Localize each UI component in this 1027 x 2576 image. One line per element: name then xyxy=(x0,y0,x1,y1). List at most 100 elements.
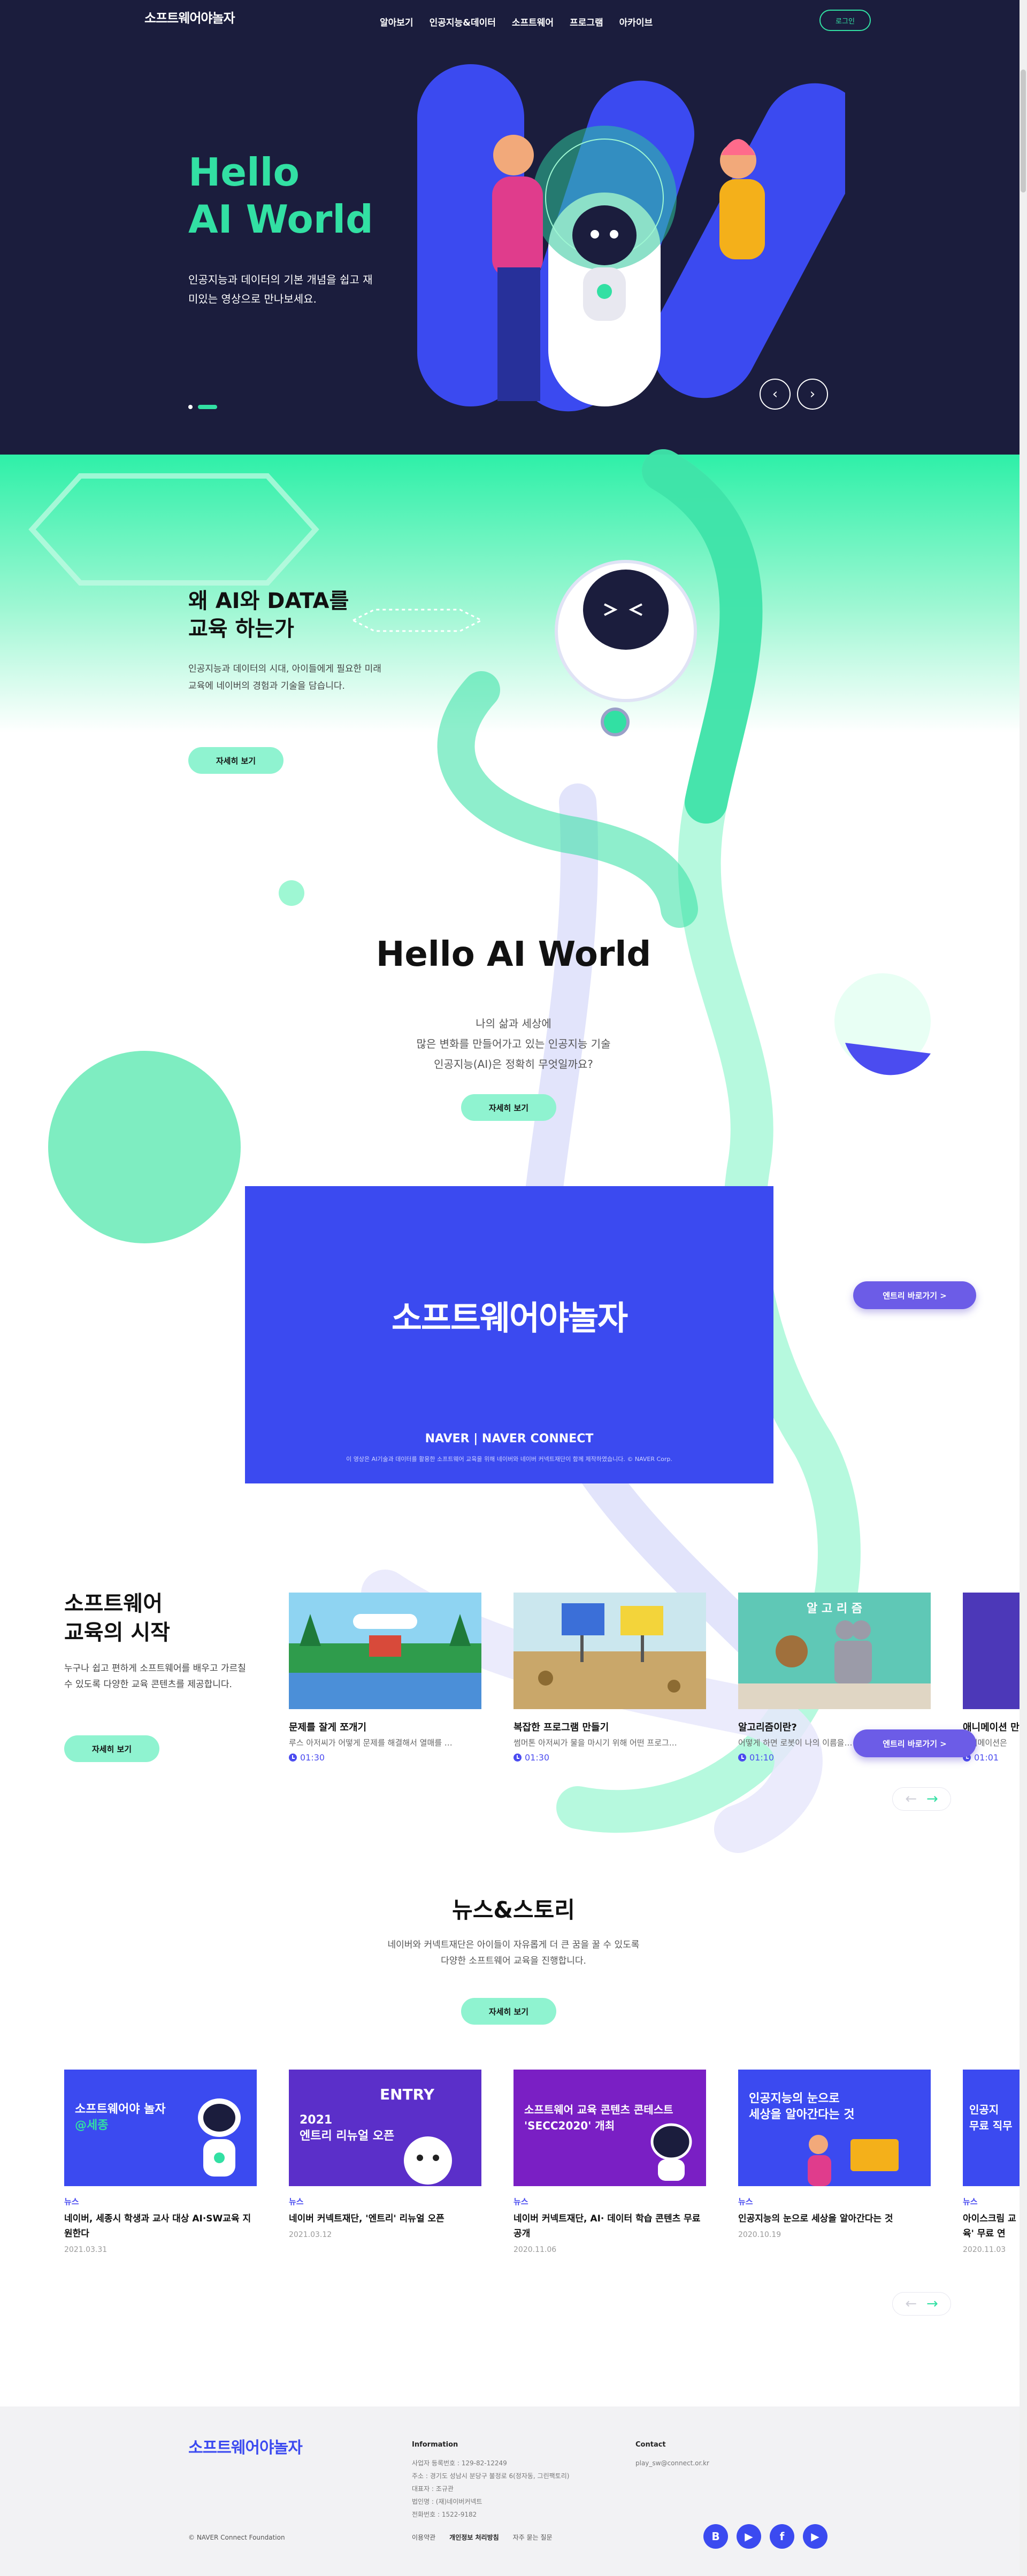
footer-contact-title: Contact xyxy=(635,2441,666,2449)
news-headline[interactable]: 인공지능의 눈으로 세상을 알아간다는 것 xyxy=(738,2211,931,2226)
video-duration-text: 01:30 xyxy=(300,1752,325,1763)
footer-info-line: 전화번호 : 1522-9182 xyxy=(412,2511,477,2518)
robot-icon xyxy=(198,2098,241,2177)
news-next-arrow-icon[interactable]: → xyxy=(926,2296,938,2312)
site-logo[interactable]: 소프트웨어야놀자 xyxy=(144,7,235,26)
main-nav: 알아보기 인공지능&데이터 소프트웨어 프로그램 아카이브 xyxy=(380,15,653,28)
news-thumbnail[interactable]: 소프트웨어야 놀자 @세종 xyxy=(64,2070,257,2186)
why-title-line1: 왜 AI와 DATA를 xyxy=(188,589,349,613)
banner-copyright: 이 영상은 AI기술과 데이터를 활용한 소프트웨어 교육을 위해 네이버와 네… xyxy=(346,1456,672,1463)
why-section-background xyxy=(0,455,1027,733)
video-card[interactable]: 문제를 잘게 쪼개기 루스 아저씨가 어떻게 문제를 해결해서 열매를 … 01… xyxy=(289,1593,481,1763)
hero-section: Hello AI World 인공지능과 데이터의 기본 개념을 쉽고 재미있는… xyxy=(0,0,1027,455)
news-headline[interactable]: 아이스크림 교육' 무료 연 xyxy=(963,2211,1020,2241)
page-scrollbar[interactable] xyxy=(1020,0,1027,2576)
news-category: 뉴스 xyxy=(738,2197,753,2206)
video-thumbnail[interactable] xyxy=(514,1593,706,1709)
hero-next-button[interactable]: › xyxy=(797,379,828,410)
sw-more-button[interactable]: 자세히 보기 xyxy=(64,1735,159,1762)
news-card[interactable]: ENTRY 2021 엔트리 리뉴얼 오픈 뉴스 네이버 커넥트재단, '엔트리… xyxy=(289,2070,481,2239)
hero-title: Hello AI World xyxy=(188,149,373,243)
clock-icon xyxy=(738,1754,746,1762)
video-duration-text: 01:30 xyxy=(525,1752,550,1763)
news-section-title: 뉴스&스토리 xyxy=(452,1897,575,1923)
footer-contact-email[interactable]: play_sw@connect.or.kr xyxy=(635,2457,709,2470)
video-title: 애니메이션 만 xyxy=(963,1722,1020,1733)
news-carousel-controls: ← → xyxy=(892,2292,951,2316)
hello-text-line1: 나의 삶과 세상에 xyxy=(476,1017,551,1030)
news-thumbnail[interactable]: ENTRY 2021 엔트리 리뉴얼 오픈 xyxy=(289,2070,481,2186)
video-duration: 01:30 xyxy=(289,1752,481,1763)
news-card[interactable]: 인공지능의 눈으로 세상을 알아간다는 것 뉴스 인공지능의 눈으로 세상을 알… xyxy=(738,2070,931,2239)
nav-item-software[interactable]: 소프트웨어 xyxy=(512,15,554,28)
video-duration: 01:30 xyxy=(514,1752,706,1763)
news-thumb-line2: 무료 직무 xyxy=(969,2119,1013,2132)
why-section-title: 왜 AI와 DATA를 교육 하는가 xyxy=(188,587,349,643)
sw-next-arrow-icon[interactable]: → xyxy=(926,1791,938,1807)
pagination-dot[interactable] xyxy=(188,405,193,409)
news-category: 뉴스 xyxy=(289,2197,304,2206)
news-date: 2020.11.03 xyxy=(963,2246,1006,2254)
nav-item-about[interactable]: 알아보기 xyxy=(380,15,413,28)
news-thumb-line2: 세상을 알아간다는 것 xyxy=(749,2108,855,2121)
clock-icon xyxy=(514,1754,522,1762)
news-thumbnail-text: 인공지능의 눈으로 세상을 알아간다는 것 xyxy=(749,2091,854,2123)
news-thumbnail[interactable]: 인공지능의 눈으로 세상을 알아간다는 것 xyxy=(738,2070,931,2186)
youtube-icon[interactable]: ▶ xyxy=(803,2524,827,2549)
desert-thumbnail-image xyxy=(514,1593,706,1709)
video-thumbnail[interactable] xyxy=(289,1593,481,1709)
news-headline[interactable]: 네이버 커넥트재단, '엔트리' 리뉴얼 오픈 xyxy=(289,2211,481,2226)
footer-link-terms[interactable]: 이용약관 xyxy=(412,2533,435,2542)
news-more-button[interactable]: 자세히 보기 xyxy=(461,1998,556,2025)
login-button[interactable]: 로그인 xyxy=(819,10,871,31)
footer-link-privacy[interactable]: 개인정보 처리방침 xyxy=(449,2533,499,2542)
hero-pagination xyxy=(188,405,217,409)
why-more-button[interactable]: 자세히 보기 xyxy=(188,747,283,774)
video-duration: 01:01 xyxy=(963,1752,1020,1763)
sw-title-line1: 소프트웨어 xyxy=(64,1591,163,1616)
nav-item-program[interactable]: 프로그램 xyxy=(570,15,603,28)
hello-text-line3: 인공지능(AI)은 정확히 무엇일까요? xyxy=(434,1058,593,1071)
news-thumbnail[interactable]: 소프트웨어 교육 콘텐츠 콘테스트 'SECC2020' 개최 xyxy=(514,2070,706,2186)
pagination-dot-active[interactable] xyxy=(198,405,217,409)
why-title-line2: 교육 하는가 xyxy=(188,617,294,641)
news-date: 2020.11.06 xyxy=(514,2246,557,2254)
footer-link-faq[interactable]: 자주 묻는 질문 xyxy=(513,2533,553,2542)
scrollbar-thumb[interactable] xyxy=(1021,70,1026,193)
news-date: 2020.10.19 xyxy=(738,2231,781,2239)
news-category: 뉴스 xyxy=(963,2197,978,2206)
news-thumbnail-text: 소프트웨어야 놀자 @세종 xyxy=(75,2102,166,2134)
news-headline[interactable]: 네이버, 세종시 학생과 교사 대상 AI·SW교육 지원한다 xyxy=(64,2211,257,2241)
facebook-icon[interactable]: f xyxy=(770,2524,794,2549)
footer-logo[interactable]: 소프트웨어야놀자 xyxy=(188,2434,303,2458)
news-card[interactable]: 소프트웨어 교육 콘텐츠 콘테스트 'SECC2020' 개최 뉴스 네이버 커… xyxy=(514,2070,706,2254)
hello-section-text: 나의 삶과 세상에 많은 변화를 만들어가고 있는 인공지능 기술 인공지능(A… xyxy=(0,1013,1027,1074)
why-section-text: 인공지능과 데이터의 시대, 아이들에게 필요한 미래 교육에 네이버의 경험과… xyxy=(188,664,381,691)
sw-prev-arrow-icon[interactable]: ← xyxy=(905,1791,917,1807)
video-thumbnail[interactable]: 알 고 리 즘 xyxy=(738,1593,931,1709)
entry-shortcut-button[interactable]: 엔트리 바로가기 > xyxy=(853,1281,976,1309)
entry-shortcut-button-floating[interactable]: 엔트리 바로가기 > xyxy=(853,1729,976,1757)
video-banner[interactable]: 소프트웨어야놀자 NAVER | NAVER CONNECT 이 영상은 AI기… xyxy=(245,1186,773,1483)
footer-info-line: 법인명 : (재)네이버커넥트 xyxy=(412,2498,482,2505)
video-description: 썸머톤 아저씨가 물을 마시기 위해 어떤 프로그… xyxy=(514,1738,677,1748)
footer-info-line: 사업자 등록번호 : 129-82-12249 xyxy=(412,2459,507,2467)
naver-tv-icon[interactable]: ▶ xyxy=(737,2524,761,2549)
news-thumb-line2: @세종 xyxy=(75,2119,109,2132)
hero-title-line2: AI World xyxy=(188,197,373,242)
video-card[interactable]: 복잡한 프로그램 만들기 썸머톤 아저씨가 물을 마시기 위해 어떤 프로그… … xyxy=(514,1593,706,1763)
hello-more-button[interactable]: 자세히 보기 xyxy=(461,1094,556,1121)
news-headline[interactable]: 네이버 커넥트재단, AI· 데이터 학습 콘텐츠 무료 공개 xyxy=(514,2211,706,2241)
hero-prev-button[interactable]: ‹ xyxy=(760,379,791,410)
news-card[interactable]: 인공지 무료 직무 뉴스 아이스크림 교육' 무료 연 2020.11.03 xyxy=(963,2070,1020,2254)
news-thumb-line1: 인공지 xyxy=(969,2103,999,2116)
hero-illustration xyxy=(417,64,845,412)
news-prev-arrow-icon[interactable]: ← xyxy=(905,2296,917,2312)
footer-info-line: 주소 : 경기도 성남시 분당구 불정로 6(정자동, 그린팩토리) xyxy=(412,2472,570,2480)
news-thumbnail[interactable]: 인공지 무료 직무 xyxy=(963,2070,1020,2186)
nav-item-ai-data[interactable]: 인공지능&데이터 xyxy=(430,15,496,28)
news-card[interactable]: 소프트웨어야 놀자 @세종 뉴스 네이버, 세종시 학생과 교사 대상 AI·S… xyxy=(64,2070,257,2254)
nav-item-archive[interactable]: 아카이브 xyxy=(619,15,653,28)
blog-icon[interactable]: B xyxy=(703,2524,728,2549)
video-thumbnail[interactable] xyxy=(963,1593,1020,1709)
